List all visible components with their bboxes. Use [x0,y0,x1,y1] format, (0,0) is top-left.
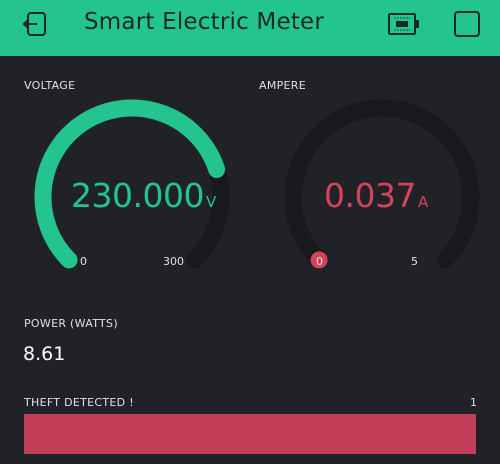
voltage-value: 230.000 V [71,176,216,215]
theft-indicator-bar [24,414,476,454]
theft-value: 1 [470,396,478,409]
ampere-max-label: 5 [411,255,418,268]
ampere-min-label: 0 [316,255,323,268]
power-value: 8.61 [23,343,66,365]
power-label: POWER (WATTS) [24,317,118,330]
theft-label: THEFT DETECTED ! [24,396,134,409]
voltage-gauge [34,99,230,269]
ampere-value-number: 0.037 [324,176,416,215]
voltage-max-label: 300 [163,255,184,268]
voltage-min-label: 0 [80,255,87,268]
voltage-unit: V [205,193,216,211]
ampere-gauge [284,99,480,269]
voltage-value-number: 230.000 [71,176,204,215]
ampere-unit: A [417,193,428,211]
ampere-value: 0.037 A [324,176,428,215]
